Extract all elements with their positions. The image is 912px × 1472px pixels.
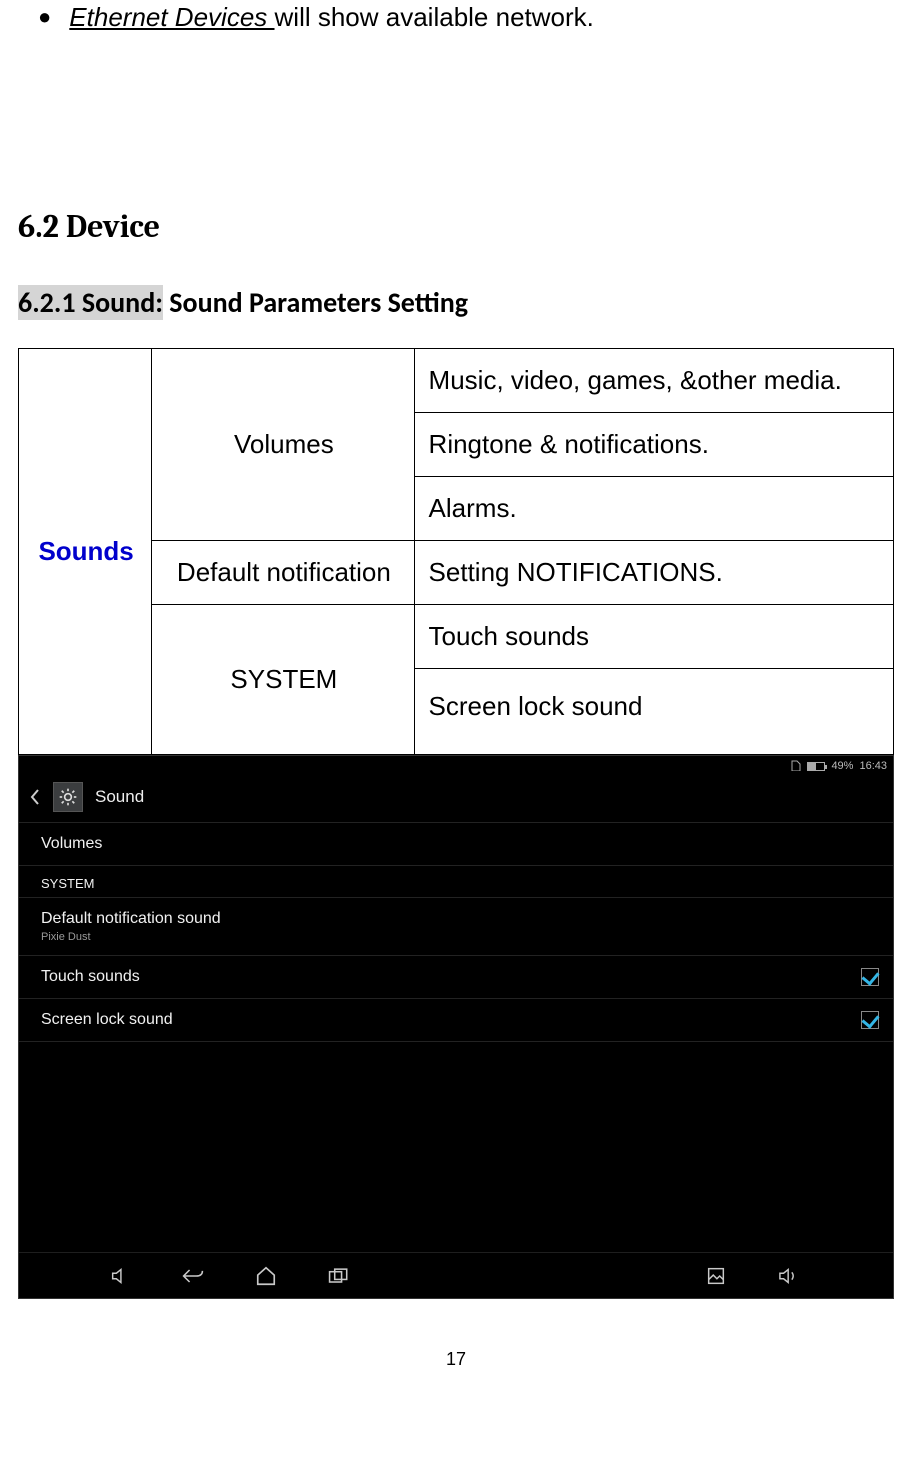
status-clock: 16:43	[859, 760, 887, 772]
ethernet-devices-bullet: ● Ethernet Devices will show available n…	[18, 0, 894, 33]
ethernet-devices-link: Ethernet Devices	[69, 2, 274, 32]
sound-parameters-table: Sounds Volumes Music, video, games, &oth…	[18, 348, 894, 755]
table-cell-alarms: Alarms.	[414, 477, 893, 541]
default-notification-sub: Pixie Dust	[41, 931, 221, 943]
touch-sounds-label: Touch sounds	[41, 968, 140, 986]
volume-down-icon[interactable]	[109, 1265, 131, 1287]
bullet-text: Ethernet Devices will show available net…	[69, 2, 594, 33]
android-nav-bar	[19, 1252, 893, 1298]
android-empty-space	[19, 1042, 893, 1252]
sound-title: Sound	[95, 787, 144, 807]
sdcard-icon	[791, 759, 801, 774]
battery-icon	[807, 762, 825, 771]
table-cat-volumes: Volumes	[152, 349, 414, 541]
screen-lock-sound-checkbox[interactable]	[861, 1011, 879, 1029]
nav-home-icon[interactable]	[255, 1265, 277, 1287]
list-item-touch-sounds[interactable]: Touch sounds	[19, 956, 893, 999]
sound-title-bar[interactable]: Sound	[19, 776, 893, 823]
heading-sound: 6.2.1 Sound: Sound Parameters Setting	[18, 285, 894, 320]
table-cell-screen-lock-sound: Screen lock sound	[414, 669, 893, 755]
list-category-system: SYSTEM	[19, 866, 893, 898]
sound-settings-list: Volumes SYSTEM Default notification soun…	[19, 823, 893, 1042]
default-notification-label: Default notification sound	[41, 910, 221, 927]
table-cell-touch-sounds: Touch sounds	[414, 605, 893, 669]
settings-gear-icon	[53, 782, 83, 812]
table-cell-setting-notifications: Setting NOTIFICATIONS.	[414, 541, 893, 605]
volume-up-icon[interactable]	[777, 1265, 803, 1287]
heading-sound-number: 6.2.1 Sound:	[18, 285, 163, 320]
screen-lock-sound-label: Screen lock sound	[41, 1011, 173, 1029]
nav-recents-icon[interactable]	[327, 1266, 351, 1286]
table-cell-music-video: Music, video, games, &other media.	[414, 349, 893, 413]
screenshot-icon[interactable]	[705, 1265, 727, 1287]
bullet-dot-icon: ●	[38, 2, 51, 32]
table-cell-ringtone: Ringtone & notifications.	[414, 413, 893, 477]
android-sound-screenshot: 49% 16:43 Sound Volumes SYSTEM Default n…	[18, 755, 894, 1299]
nav-cluster-right	[705, 1265, 803, 1287]
battery-percent: 49%	[831, 760, 853, 772]
list-item-volumes[interactable]: Volumes	[19, 823, 893, 866]
status-bar: 49% 16:43	[19, 756, 893, 776]
heading-device: 6.2 Device	[18, 208, 894, 245]
list-item-screen-lock-sound[interactable]: Screen lock sound	[19, 999, 893, 1042]
list-item-default-notification[interactable]: Default notification sound Pixie Dust	[19, 898, 893, 956]
heading-sound-rest: Sound Parameters Setting	[163, 285, 468, 320]
touch-sounds-checkbox[interactable]	[861, 968, 879, 986]
table-cat-default-notification: Default notification	[152, 541, 414, 605]
back-icon[interactable]	[29, 788, 41, 806]
page-number: 17	[18, 1349, 894, 1370]
bullet-rest: will show available network.	[275, 2, 594, 32]
table-rowhead-sounds: Sounds	[19, 349, 152, 755]
volumes-label: Volumes	[41, 835, 102, 853]
table-cat-system: SYSTEM	[152, 605, 414, 755]
system-category-label: SYSTEM	[41, 876, 94, 891]
nav-back-icon[interactable]	[181, 1266, 205, 1286]
nav-cluster-left	[109, 1265, 351, 1287]
